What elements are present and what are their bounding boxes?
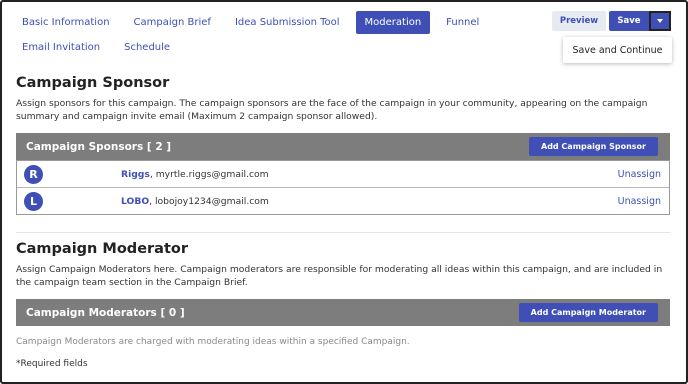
caret-down-icon (657, 19, 663, 23)
add-campaign-moderator-button[interactable]: Add Campaign Moderator (518, 303, 658, 322)
sponsor-section-description: Assign sponsors for this campaign. The c… (16, 98, 648, 122)
sponsor-email: , lobojoy1234@gmail.com (149, 195, 269, 207)
sponsor-email: , myrtle.riggs@gmail.com (149, 168, 269, 180)
save-button[interactable]: Save (609, 11, 649, 31)
sponsor-name[interactable]: LOBO (121, 196, 149, 207)
save-options-toggle[interactable] (649, 11, 671, 31)
unassign-link[interactable]: Unassign (618, 196, 661, 207)
tab-schedule[interactable]: Schedule (116, 37, 178, 58)
sponsors-count-title: Campaign Sponsors [ 2 ] (26, 140, 172, 153)
unassign-link[interactable]: Unassign (618, 169, 661, 180)
sponsors-table: R Riggs, myrtle.riggs@gmail.com Unassign… (16, 160, 670, 215)
tab-moderation[interactable]: Moderation (355, 11, 431, 34)
tab-basic-information[interactable]: Basic Information (14, 12, 118, 33)
tab-campaign-brief[interactable]: Campaign Brief (126, 12, 219, 33)
moderator-section-title: Campaign Moderator (16, 241, 189, 257)
sponsors-header-bar: Campaign Sponsors [ 2 ] Add Campaign Spo… (16, 133, 670, 160)
moderator-section-description: Assign Campaign Moderators here. Campaig… (16, 264, 663, 288)
sponsor-section-title: Campaign Sponsor (16, 75, 170, 91)
section-divider (16, 232, 670, 233)
add-campaign-sponsor-button[interactable]: Add Campaign Sponsor (529, 137, 658, 156)
tab-funnel[interactable]: Funnel (438, 12, 487, 33)
required-fields-label: *Required fields (16, 359, 88, 369)
sponsor-name[interactable]: Riggs (121, 169, 150, 180)
tab-idea-submission-tool[interactable]: Idea Submission Tool (227, 12, 348, 33)
tab-email-invitation[interactable]: Email Invitation (14, 37, 108, 58)
preview-button[interactable]: Preview (552, 11, 606, 31)
save-and-continue-menu-item[interactable]: Save and Continue (563, 37, 672, 63)
moderators-count-title: Campaign Moderators [ 0 ] (26, 306, 185, 319)
table-row: R Riggs, myrtle.riggs@gmail.com Unassign (17, 160, 669, 187)
tab-bar-row-2: Email Invitation Schedule (14, 37, 186, 58)
sponsor-entry: Riggs, myrtle.riggs@gmail.com (121, 169, 269, 180)
moderators-empty-note: Campaign Moderators are charged with mod… (16, 337, 410, 347)
tab-bar-row-1: Basic Information Campaign Brief Idea Su… (14, 11, 495, 34)
avatar: L (24, 192, 43, 211)
table-row: L LOBO, lobojoy1234@gmail.com Unassign (17, 187, 669, 214)
avatar: R (24, 165, 43, 184)
moderators-header-bar: Campaign Moderators [ 0 ] Add Campaign M… (16, 299, 670, 326)
sponsor-entry: LOBO, lobojoy1234@gmail.com (121, 196, 269, 207)
